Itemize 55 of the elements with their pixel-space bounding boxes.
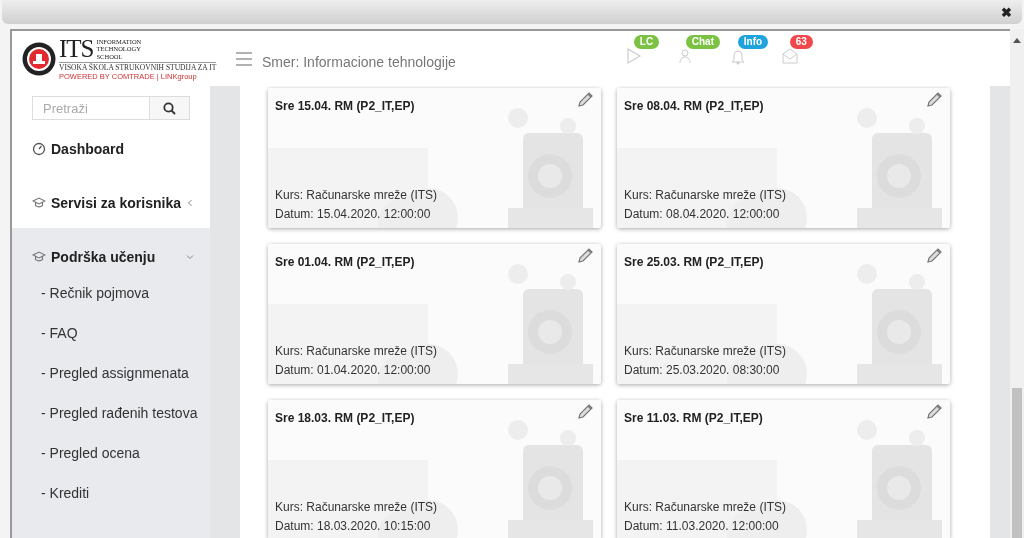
- card-course: Kurs: Računarske mreže (ITS): [275, 343, 439, 360]
- graduation-cap-icon: [32, 250, 46, 264]
- pencil-icon[interactable]: [925, 91, 943, 109]
- gauge-icon: [32, 142, 46, 156]
- card-course: Kurs: Računarske mreže (ITS): [624, 343, 788, 360]
- close-button[interactable]: ✖: [1001, 5, 1012, 19]
- event-card[interactable]: Sre 18.03. RM (P2_IT,EP) Kurs: Računarske mreže (ITS) Datum: 18.03.2020. 10:15:00: [268, 400, 601, 538]
- sidebar-subitem[interactable]: - Pregled rađenih testova: [39, 403, 206, 424]
- card-title: Sre 08.04. RM (P2_IT,EP): [624, 98, 765, 115]
- card-title: Sre 11.03. RM (P2_IT,EP): [624, 410, 764, 427]
- pencil-icon[interactable]: [925, 247, 943, 265]
- scroll-up-icon[interactable]: [1013, 37, 1021, 43]
- logo-text: ITS: [59, 36, 94, 62]
- card-course: Kurs: Računarske mreže (ITS): [275, 499, 439, 516]
- sidebar-subitem[interactable]: - Krediti: [39, 483, 206, 504]
- emblem-icon: [22, 41, 56, 76]
- card-date: Datum: 08.04.2020. 12:00:00: [624, 206, 781, 223]
- sidebar-subitem[interactable]: - FAQ: [39, 323, 206, 344]
- search-field[interactable]: Pretraži: [32, 96, 150, 120]
- scrollbar-thumb[interactable]: [1012, 388, 1022, 538]
- sidebar-subitem[interactable]: - Pregled ocena: [39, 443, 206, 464]
- card-date: Datum: 01.04.2020. 12:00:00: [275, 362, 432, 379]
- event-card[interactable]: Sre 08.04. RM (P2_IT,EP) Kurs: Računarske mreže (ITS) Datum: 08.04.2020. 12:00:00: [617, 88, 950, 228]
- pencil-icon[interactable]: [576, 403, 594, 421]
- sidebar-subitem[interactable]: - Pregled assignmenata: [39, 363, 206, 384]
- event-card[interactable]: Sre 25.03. RM (P2_IT,EP) Kurs: Računarske mreže (ITS) Datum: 25.03.2020. 08:30:00: [617, 244, 950, 384]
- graduation-cap-icon: [32, 196, 46, 210]
- card-course: Kurs: Računarske mreže (ITS): [275, 187, 439, 204]
- search-icon: [163, 101, 176, 115]
- sidebar-item[interactable]: Dashboard: [12, 124, 210, 174]
- envelope-icon: [781, 46, 798, 65]
- card-date: Datum: 25.03.2020. 08:30:00: [624, 362, 781, 379]
- event-card[interactable]: Sre 11.03. RM (P2_IT,EP) Kurs: Računarske mreže (ITS) Datum: 11.03.2020. 12:00:00: [617, 400, 950, 538]
- card-date: Datum: 11.03.2020. 12:00:00: [624, 518, 780, 535]
- pencil-icon[interactable]: [576, 91, 594, 109]
- card-course: Kurs: Računarske mreže (ITS): [624, 499, 788, 516]
- pencil-icon[interactable]: [576, 247, 594, 265]
- play-icon: [625, 46, 642, 65]
- pencil-icon[interactable]: [925, 403, 943, 421]
- card-date: Datum: 15.04.2020. 12:00:00: [275, 206, 432, 223]
- header-title: Smer: Informacione tehnologije: [262, 53, 456, 72]
- sidebar-subitem[interactable]: - Rečnik pojmova: [39, 283, 206, 304]
- event-card[interactable]: Sre 01.04. RM (P2_IT,EP) Kurs: Računarske mreže (ITS) Datum: 01.04.2020. 12:00:00: [268, 244, 601, 384]
- sidebar-item[interactable]: Servisi za korisnika: [12, 178, 210, 228]
- card-title: Sre 25.03. RM (P2_IT,EP): [624, 254, 765, 271]
- sidebar-item[interactable]: Podrška učenju: [12, 232, 210, 282]
- notification-badge[interactable]: 63: [789, 34, 813, 49]
- card-title: Sre 15.04. RM (P2_IT,EP): [275, 98, 416, 115]
- card-course: Kurs: Računarske mreže (ITS): [624, 187, 788, 204]
- card-title: Sre 18.03. RM (P2_IT,EP): [275, 410, 416, 427]
- event-card[interactable]: Sre 15.04. RM (P2_IT,EP) Kurs: Računarske mreže (ITS) Datum: 15.04.2020. 12:00:00: [268, 88, 601, 228]
- card-date: Datum: 18.03.2020. 10:15:00: [275, 518, 432, 535]
- card-title: Sre 01.04. RM (P2_IT,EP): [275, 254, 416, 271]
- search-button[interactable]: [150, 96, 190, 120]
- scrollbar[interactable]: [1010, 29, 1024, 538]
